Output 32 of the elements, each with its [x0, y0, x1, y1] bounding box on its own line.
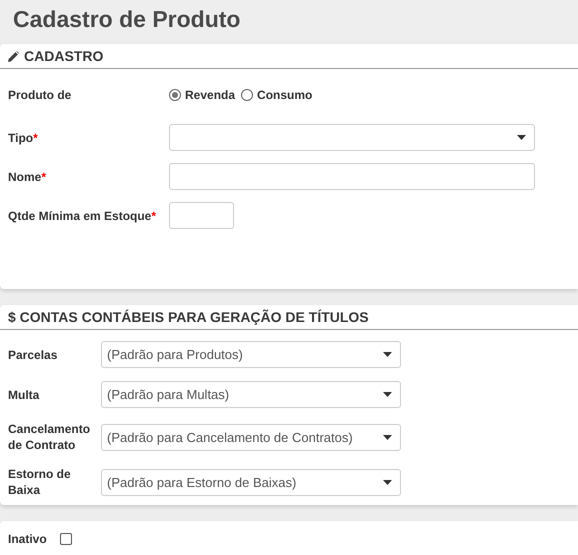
radio-label: Consumo [257, 88, 312, 102]
account-select[interactable]: (Padrão para Produtos) [101, 341, 401, 368]
pencil-icon [8, 50, 19, 62]
field-label: Tipo [8, 130, 34, 146]
field-label: Inativo [8, 531, 47, 547]
required-mark: * [41, 168, 46, 184]
account-select[interactable]: (Padrão para Cancelamento de Contratos) [101, 424, 401, 450]
field-label: Qtde Mínima em Estoque [8, 208, 152, 224]
account-select[interactable]: (Padrão para Multas) [101, 381, 401, 408]
caret-icon [383, 352, 392, 357]
field-label: Produto de [8, 87, 72, 103]
page-title: Cadastro de Produto [12, 5, 242, 34]
caret-icon [383, 434, 392, 440]
required-mark: * [151, 208, 156, 224]
field-label: Estorno de Baixa [8, 466, 72, 498]
section-title: CADASTRO [24, 48, 104, 64]
field-label: Parcelas [8, 346, 58, 362]
radio-label: Revenda [185, 88, 236, 102]
field-label: Multa [8, 386, 40, 402]
radio-button[interactable] [241, 89, 254, 101]
quantity-input[interactable] [169, 202, 234, 229]
name-input[interactable] [169, 163, 535, 190]
caret-icon [383, 480, 392, 484]
field-label: Cancelamento de Contrato [8, 421, 92, 453]
caret-icon [517, 135, 526, 140]
radio-button[interactable] [169, 89, 181, 101]
required-mark: * [33, 130, 38, 146]
checkbox[interactable] [60, 533, 72, 545]
account-select[interactable]: (Padrão para Estorno de Baixas) [101, 468, 401, 496]
section-title: $ CONTAS CONTÁBEIS PARA GERAÇÃO DE TÍTULOS [8, 309, 369, 325]
caret-icon [383, 392, 392, 397]
field-label: Nome [8, 168, 42, 184]
